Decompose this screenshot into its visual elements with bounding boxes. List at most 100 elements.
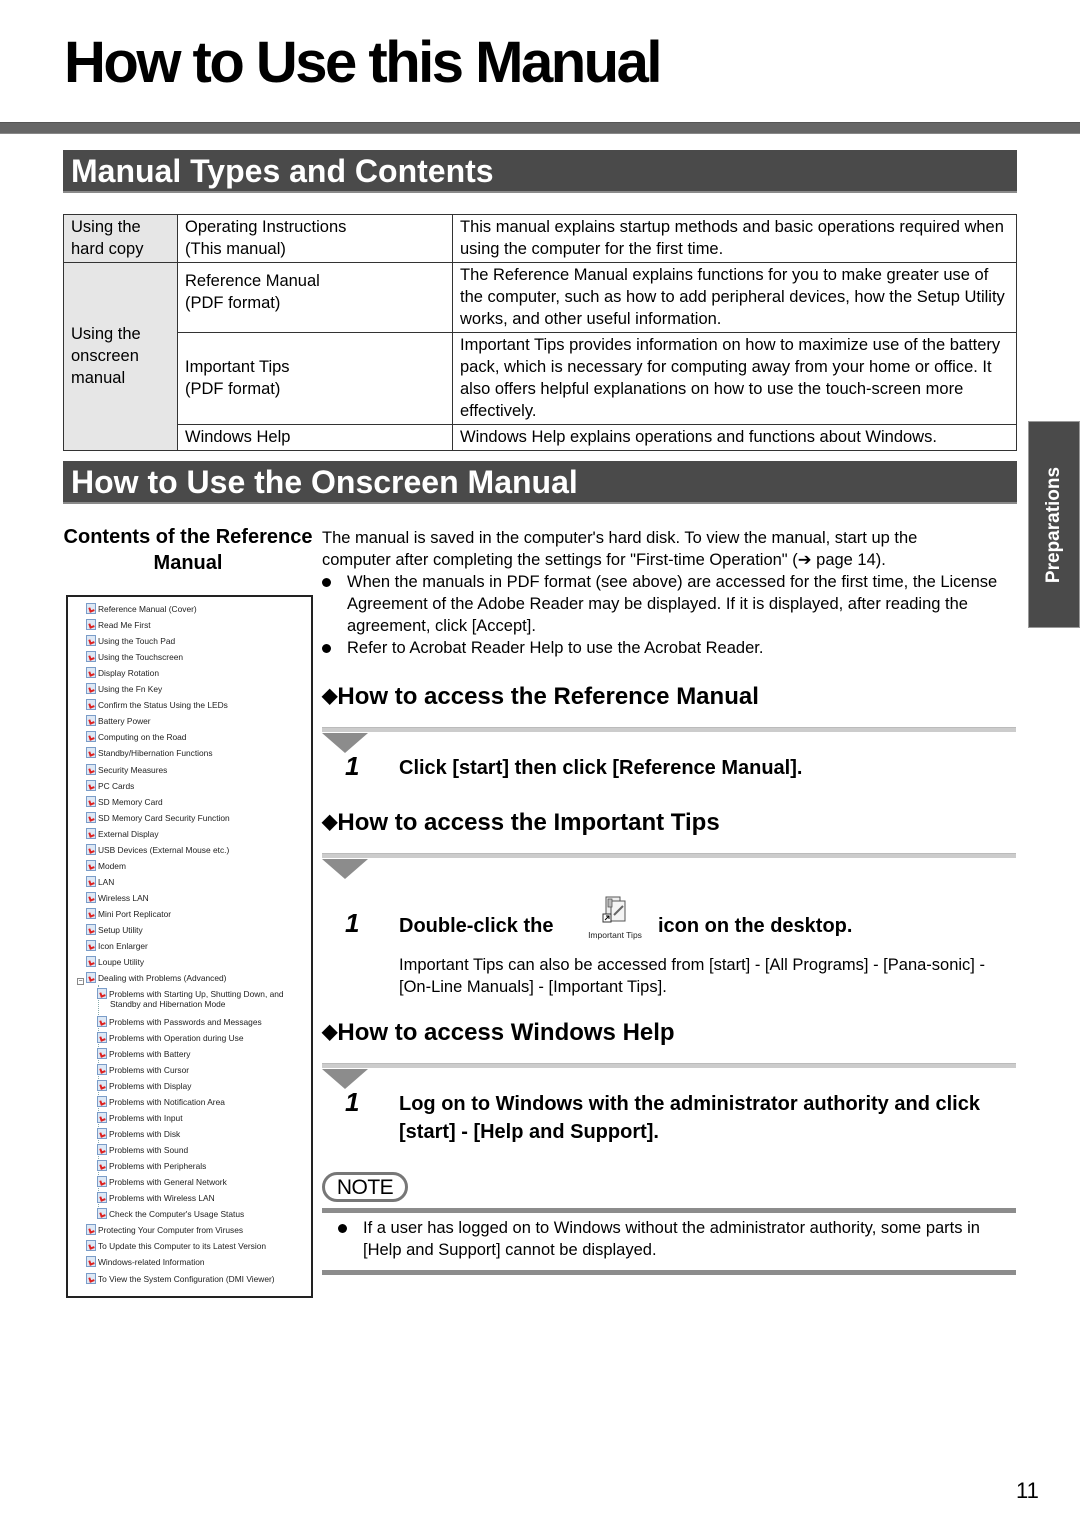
step-marker-icon (322, 733, 368, 753)
tree-item-label: Problems with Operation during Use (109, 1032, 244, 1043)
pdf-file-icon (86, 635, 96, 647)
table-row: Important Tips (PDF format) Important Ti… (64, 332, 1017, 425)
pdf-file-icon (86, 747, 96, 759)
tree-item[interactable]: Using the Touch Pad (86, 635, 176, 647)
tree-item[interactable]: Loupe Utility (86, 956, 144, 968)
tree-item[interactable]: Read Me First (86, 619, 151, 631)
tree-item[interactable]: LAN (86, 875, 115, 887)
pdf-file-icon (97, 1112, 107, 1123)
tree-item-label: Problems with Battery (109, 1048, 191, 1059)
pdf-file-icon (86, 859, 96, 871)
pdf-file-icon (86, 731, 96, 743)
tree-item[interactable]: Confirm the Status Using the LEDs (86, 699, 228, 711)
table-cell-category: Using the onscreen manual (63, 262, 178, 451)
tree-item[interactable]: SD Memory Card Security Function (86, 811, 230, 823)
pdf-file-icon (86, 940, 96, 952)
table-cell-name: Operating Instructions (This manual) (177, 214, 453, 263)
tree-item[interactable]: Modem (86, 859, 126, 871)
tree-item[interactable]: Protecting Your Computer from Viruses (86, 1224, 243, 1236)
cell-text: Operating Instructions (This manual) (185, 218, 347, 258)
cell-text: The Reference Manual explains functions … (460, 266, 1005, 328)
tree-item-label: Standby/Hibernation Functions (98, 748, 213, 759)
tree-child-item[interactable]: Problems with Operation during Use (97, 1031, 244, 1043)
tree-item-label: Setup Utility (98, 925, 143, 935)
pdf-file-icon (86, 907, 96, 919)
tree-item[interactable]: Windows-related Information (86, 1256, 205, 1268)
intro-line: The manual is saved in the computer's ha… (322, 529, 918, 547)
tree-child-item[interactable]: Problems with Sound (97, 1144, 188, 1156)
tree-item[interactable]: Wireless LAN (86, 891, 149, 903)
tree-item[interactable]: External Display (86, 827, 159, 839)
table-cell-name: Reference Manual (PDF format) (177, 262, 453, 333)
cell-text: Important Tips provides information on h… (460, 336, 1001, 420)
tree-item-label: Computing on the Road (98, 732, 187, 743)
bullet-item: Refer to Acrobat Reader Help to use the … (322, 637, 1022, 659)
tree-item[interactable]: Setup Utility (86, 924, 143, 935)
tree-item[interactable]: SD Memory Card (86, 795, 163, 807)
tree-child-item[interactable]: Problems with Input (97, 1112, 183, 1123)
tree-item-label: Problems with Notification Area (109, 1096, 225, 1107)
tree-item[interactable]: USB Devices (External Mouse etc.) (86, 843, 229, 855)
table-cell-name: Important Tips (PDF format) (177, 332, 453, 425)
tree-item-label: Using the Fn Key (98, 684, 163, 695)
pdf-file-icon (86, 715, 96, 727)
table-row: Windows Help Windows Help explains opera… (64, 424, 1017, 451)
tree-item-label: Confirm the Status Using the LEDs (98, 700, 228, 711)
tree-item[interactable]: Reference Manual (Cover) (86, 603, 197, 614)
tree-child-item[interactable]: Problems with Display (97, 1079, 191, 1091)
tree-item[interactable]: Using the Touchscreen (86, 651, 183, 663)
pdf-file-icon (86, 875, 96, 887)
important-tips-desktop-icon[interactable]: Important Tips (582, 895, 648, 943)
tree-item-label: LAN (98, 876, 115, 887)
tree-item[interactable]: Using the Fn Key (86, 683, 163, 695)
subheading-reference-manual: ◆How to access the Reference Manual (322, 681, 759, 712)
cell-text: Using the onscreen manual (71, 325, 141, 387)
tree-collapse-icon[interactable]: − (77, 978, 84, 985)
pdf-file-icon (86, 811, 96, 823)
tree-child-item[interactable]: Problems with Notification Area (97, 1095, 225, 1107)
tree-item-label: Problems with Wireless LAN (109, 1193, 215, 1204)
tree-item[interactable]: Dealing with Problems (Advanced) (86, 972, 226, 984)
tree-item[interactable]: To Update this Computer to its Latest Ve… (86, 1240, 266, 1252)
tree-item[interactable]: Security Measures (86, 763, 167, 775)
bullet-item: When the manuals in PDF format (see abov… (322, 571, 1037, 637)
tree-child-item[interactable]: Problems with Battery (97, 1047, 191, 1059)
tree-item-label: Mini Port Replicator (98, 908, 172, 919)
tree-item[interactable]: Standby/Hibernation Functions (86, 747, 213, 759)
pdf-file-icon (86, 972, 96, 984)
cell-text: Using the hard copy (71, 218, 144, 258)
pdf-file-icon (97, 1192, 107, 1204)
tree-child-item[interactable]: Problems with General Network (97, 1176, 227, 1188)
pdf-file-icon (86, 683, 96, 695)
tree-item-label: To View the System Configuration (DMI Vi… (98, 1273, 275, 1284)
step-marker-icon (322, 1069, 368, 1089)
tree-item[interactable]: Computing on the Road (86, 731, 187, 743)
tree-item[interactable]: PC Cards (86, 779, 134, 791)
pdf-file-icon (97, 1063, 107, 1075)
tree-child-item[interactable]: Problems with Passwords and Messages (97, 1015, 262, 1027)
tree-child-item[interactable]: Problems with Cursor (97, 1063, 189, 1075)
tree-child-item[interactable]: Problems with Wireless LAN (97, 1192, 215, 1204)
section-heading-manual-types: Manual Types and Contents (63, 150, 1017, 193)
tree-item[interactable]: To View the System Configuration (DMI Vi… (86, 1272, 275, 1284)
note-divider-bottom (322, 1270, 1016, 1275)
title-divider (0, 122, 1080, 134)
tree-child-item[interactable]: Check the Computer's Usage Status (97, 1208, 244, 1220)
tree-item-label: Problems with General Network (109, 1177, 227, 1188)
note-badge: NOTE (322, 1172, 408, 1202)
tree-child-item[interactable]: Problems with Starting Up, Shutting Down… (97, 988, 305, 1009)
tree-child-item[interactable]: Problems with Disk (97, 1128, 180, 1140)
step-number: 1 (345, 1087, 360, 1117)
tree-item[interactable]: Battery Power (86, 715, 151, 727)
tree-item[interactable]: Mini Port Replicator (86, 907, 172, 919)
pdf-file-icon (86, 795, 96, 807)
step-divider (322, 727, 1016, 732)
reference-manual-tree: − Reference Manual (Cover) Read Me First U… (66, 595, 313, 1298)
pdf-file-icon (86, 956, 96, 968)
tree-item-label: Using the Touch Pad (98, 636, 176, 647)
tree-child-item[interactable]: Problems with Peripherals (97, 1160, 206, 1172)
tree-item[interactable]: Icon Enlarger (86, 940, 148, 952)
step-marker-icon (322, 859, 368, 879)
tree-item[interactable]: Display Rotation (86, 667, 159, 679)
tree-item-label: Problems with Starting Up, Shutting Down… (109, 989, 284, 1010)
